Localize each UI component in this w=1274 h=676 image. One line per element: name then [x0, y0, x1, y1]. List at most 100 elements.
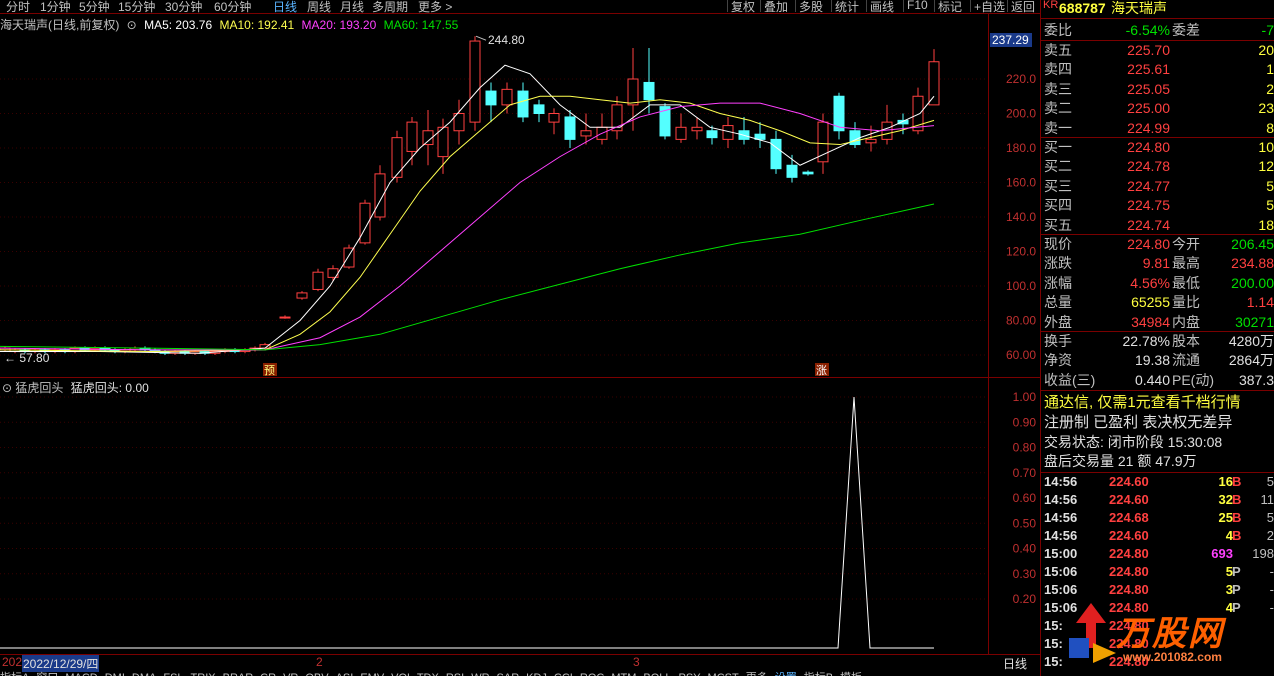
marker-yu-text: 预 [264, 364, 275, 377]
tick-row: 15:06 224.80 5 P - [1044, 564, 1274, 579]
bid-row[interactable]: 买二 224.78 12 [1041, 157, 1274, 176]
y-tick-label: 120.0 [1006, 245, 1036, 259]
bid-row[interactable]: 买一 224.80 10 [1041, 138, 1274, 157]
period-tab[interactable]: 60分钟 [214, 0, 251, 15]
indicator-tab[interactable]: RSI [446, 672, 464, 676]
indicator-tab[interactable]: MCST [708, 672, 739, 676]
toolbar-button[interactable]: 复权 [727, 0, 758, 14]
ask-row[interactable]: 卖三 225.05 2 [1041, 80, 1274, 99]
indicator-tab[interactable]: 设置 [775, 672, 797, 676]
bid-row[interactable]: 买五 224.74 18 [1041, 216, 1274, 235]
indicator-tab[interactable]: ROC [580, 672, 604, 676]
indicator-tab[interactable]: CCI [554, 672, 573, 676]
indicator-chart[interactable]: 1.00 0.90 0.80 0.70 0.60 0.50 0.40 0.30 0.20 [0, 378, 1040, 654]
after-hours: 盘后交易量 21 额 47.9万 [1044, 453, 1197, 469]
indicator-tab[interactable]: EMV [360, 672, 384, 676]
indicator-tab[interactable]: 模板 [840, 672, 862, 676]
x-month-label: 2 [316, 655, 323, 669]
period-tab[interactable]: 15分钟 [118, 0, 155, 15]
period-tab[interactable]: 月线 [340, 0, 364, 15]
toolbar-button[interactable]: 画线 [866, 0, 897, 14]
watermark-text: 万股网 [1116, 615, 1224, 653]
candle [849, 130, 861, 146]
candle [675, 126, 687, 140]
toolbar-button[interactable]: 叠加 [760, 0, 791, 14]
bid-row[interactable]: 买四 224.75 5 [1041, 196, 1274, 215]
diamond-icon[interactable]: ◇ ◇ [957, 30, 980, 31]
toolbar-button[interactable]: 多股 [795, 0, 826, 14]
ask-row[interactable]: 卖一 224.99 8 [1041, 119, 1274, 138]
candle [691, 126, 703, 132]
indicator-tab[interactable]: DMA [132, 672, 156, 676]
indicator-y-tick: 0.20 [1013, 592, 1037, 606]
indicator-tab[interactable]: ASI [336, 672, 354, 676]
indicator-tab[interactable]: CR [260, 672, 276, 676]
period-tab[interactable]: 更多 > [418, 0, 452, 15]
toolbar-button[interactable]: F10 [903, 0, 931, 12]
indicator-tab[interactable]: PSY [679, 672, 701, 676]
period-tab[interactable]: 1分钟 [40, 0, 71, 15]
quote-panel: KR 688787 海天瑞声 委比 -6.54% 委差 -7 通达信, 仅需1元… [1040, 0, 1274, 676]
period-tab[interactable]: 分时 [6, 0, 30, 15]
ask-row[interactable]: 卖四 225.61 1 [1041, 60, 1274, 79]
period-tab[interactable]: 多周期 [372, 0, 408, 15]
period-tab[interactable]: 5分钟 [79, 0, 110, 15]
indicator-tab[interactable]: KDJ [526, 672, 547, 676]
ask-row[interactable]: 卖五 225.70 20 [1041, 41, 1274, 60]
stat-row: 外盘 34984 内盘 30271 [1044, 313, 1274, 330]
fund-row: 收益(三) 0.440 PE(动) 387.3 [1044, 371, 1274, 388]
indicator-tab[interactable]: WR [471, 672, 489, 676]
candle [279, 316, 291, 319]
indicator-y-tick: 0.50 [1013, 516, 1037, 530]
toolbar-button[interactable]: 返回 [1007, 0, 1038, 14]
candle [296, 292, 308, 299]
indicator-tab[interactable]: VOL-TDX [391, 672, 439, 676]
indicator-tab[interactable]: 指标B [804, 672, 833, 676]
tick-row: 15:00 224.80 693 198 [1044, 546, 1274, 561]
period-tab[interactable]: 日线 [273, 0, 297, 15]
indicator-y-tick: 0.80 [1013, 441, 1037, 455]
candle [517, 90, 529, 118]
period-toolbar: 分时 1分钟 5分钟 15分钟 30分钟 60分钟 日线 周线 月线 多周期 更多 > 复权 叠加 多股统… [0, 0, 1040, 14]
marker-zhang-text: 涨 [816, 364, 827, 377]
promo-line[interactable]: 通达信, 仅需1元查看千档行情 [1041, 393, 1274, 412]
x-axis: 202 2022/12/29/四 2 3 日线 [0, 654, 1040, 672]
period-tab[interactable]: 30分钟 [165, 0, 202, 15]
indicator-tab[interactable]: 指标A [0, 672, 29, 676]
toolbar-button[interactable]: 统计 [831, 0, 862, 14]
candle [548, 113, 560, 123]
indicator-tab[interactable]: 更多 [746, 672, 768, 676]
toolbar-button[interactable]: +自选 [970, 0, 1008, 14]
indicator-tab[interactable]: DMI [105, 672, 125, 676]
candle [802, 171, 814, 175]
indicator-tab[interactable]: BOLL [643, 672, 671, 676]
indicator-tab[interactable]: TRIX [191, 672, 216, 676]
indicator-tab[interactable]: VR [283, 672, 298, 676]
indicator-tab[interactable]: MTM [611, 672, 636, 676]
period-label[interactable]: 日线 [1003, 655, 1027, 672]
indicator-tab[interactable]: MACD [65, 672, 97, 676]
toolbar-button[interactable]: 标记 [934, 0, 965, 14]
candle [786, 164, 798, 178]
y-tick-label: 220.0 [1006, 72, 1036, 86]
ask-row[interactable]: 卖二 225.00 23 [1041, 99, 1274, 118]
indicator-tab[interactable]: FSL [163, 672, 183, 676]
candle [485, 90, 497, 106]
fund-row: 净资 19.38 流通 2864万 [1044, 352, 1274, 369]
indicator-tab[interactable]: BRAR [223, 672, 254, 676]
candle [343, 247, 355, 268]
candlestick-chart[interactable]: 220.0 200.0 180.0 160.0 140.0 120.0 100.0 80.00… [0, 30, 1040, 377]
current-price-text: 237.29 [992, 33, 1029, 47]
candle [580, 130, 592, 137]
indicator-tab[interactable]: OBV [305, 672, 328, 676]
period-tab[interactable]: 周线 [307, 0, 331, 15]
indicator-tab[interactable]: SAR [497, 672, 520, 676]
indicator-tab[interactable]: 窗口 [36, 672, 58, 676]
ma20-line [0, 102, 935, 351]
tick-row: 14:56 224.60 4 B 2 [1044, 528, 1274, 543]
bid-row[interactable]: 买三 224.77 5 [1041, 177, 1274, 196]
tick-row: 14:56 224.60 32 B 11 [1044, 492, 1274, 507]
indicator-tabs: 指标A 窗口 MACD DMI DMA FSL TRIX BRAR CR VR OBV ASI EMV V… [0, 669, 1000, 676]
indicator-y-tick: 0.60 [1013, 491, 1037, 505]
info-line: 注册制 已盈利 表决权无差异 [1044, 414, 1233, 431]
